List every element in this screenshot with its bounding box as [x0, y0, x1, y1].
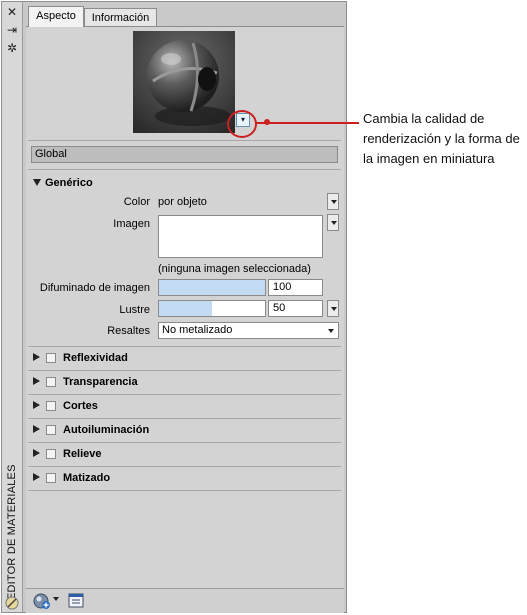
callout-text: Cambia la calidad de renderización y la … [363, 111, 520, 166]
gloss-slider-fill [159, 301, 212, 316]
gloss-dropdown[interactable] [327, 300, 339, 317]
image-caption: (ninguna imagen seleccionada) [158, 263, 311, 275]
divider [28, 418, 341, 419]
highlight-circle [227, 110, 257, 138]
expand-right-icon[interactable] [33, 377, 40, 385]
fade-label: Difuminado de imagen [39, 282, 150, 294]
tab-informacion[interactable]: Información [84, 8, 157, 26]
section-checkbox[interactable] [46, 377, 56, 387]
material-preview [133, 31, 235, 133]
expand-right-icon[interactable] [33, 425, 40, 433]
gloss-slider[interactable] [158, 300, 266, 317]
fade-slider[interactable] [158, 279, 266, 296]
callout-dot [264, 119, 270, 125]
expand-right-icon[interactable] [33, 353, 40, 361]
section-generico-label: Genérico [45, 177, 93, 189]
fade-value-input[interactable]: 100 [268, 279, 323, 296]
bottom-toolbar [26, 588, 344, 613]
section-label: Transparencia [63, 376, 138, 388]
materials-icon [5, 596, 19, 610]
section-reflexividad[interactable]: Reflexividad [33, 351, 128, 365]
divider [28, 394, 341, 395]
tab-aspecto[interactable]: Aspecto [28, 6, 84, 27]
expand-right-icon[interactable] [33, 401, 40, 409]
palette-title-bar[interactable]: ✕ ⇥ ✲ EDITOR DE MATERIALES [2, 2, 23, 612]
divider [28, 140, 341, 141]
section-checkbox[interactable] [46, 449, 56, 459]
settings-icon[interactable]: ✲ [6, 42, 18, 54]
divider [28, 169, 341, 170]
divider [28, 370, 341, 371]
section-checkbox[interactable] [46, 425, 56, 435]
color-dropdown[interactable] [327, 193, 339, 210]
close-icon[interactable]: ✕ [6, 6, 18, 18]
section-matizado[interactable]: Matizado [33, 471, 110, 485]
chevron-down-icon[interactable] [53, 597, 59, 601]
gloss-label: Lustre [119, 304, 150, 316]
section-label: Cortes [63, 400, 98, 412]
section-label: Relieve [63, 448, 102, 460]
fade-slider-fill [159, 280, 265, 295]
section-cortes[interactable]: Cortes [33, 399, 98, 413]
gloss-value-input[interactable]: 50 [268, 300, 323, 317]
expand-right-icon[interactable] [33, 473, 40, 481]
divider [28, 346, 341, 347]
image-slot[interactable] [158, 215, 323, 258]
image-label: Imagen [113, 218, 150, 230]
pin-icon[interactable]: ⇥ [6, 24, 18, 36]
section-checkbox[interactable] [46, 353, 56, 363]
image-dropdown[interactable] [327, 214, 339, 231]
highlights-select[interactable]: No metalizado [158, 322, 339, 339]
divider [28, 442, 341, 443]
section-relieve[interactable]: Relieve [33, 447, 102, 461]
color-label: Color [123, 196, 150, 208]
highlights-label: Resaltes [107, 325, 150, 337]
section-transparencia[interactable]: Transparencia [33, 375, 138, 389]
create-material-icon[interactable] [32, 592, 52, 610]
color-value[interactable]: por objeto [158, 195, 207, 209]
section-label: Reflexividad [63, 352, 128, 364]
section-label: Autoiluminación [63, 424, 150, 436]
callout-line [255, 122, 359, 124]
sphere-preview-image [133, 31, 235, 133]
material-name-field[interactable]: Global [31, 146, 338, 163]
material-browser-icon[interactable] [68, 593, 84, 608]
section-autoiluminacion[interactable]: Autoiluminación [33, 423, 149, 437]
divider [28, 490, 341, 491]
divider [28, 466, 341, 467]
expand-down-icon[interactable] [33, 179, 41, 186]
section-label: Matizado [63, 472, 111, 484]
section-checkbox[interactable] [46, 401, 56, 411]
section-checkbox[interactable] [46, 473, 56, 483]
palette-title: EDITOR DE MATERIALES [6, 464, 18, 600]
section-generico[interactable]: Genérico [33, 176, 93, 190]
expand-right-icon[interactable] [33, 449, 40, 457]
